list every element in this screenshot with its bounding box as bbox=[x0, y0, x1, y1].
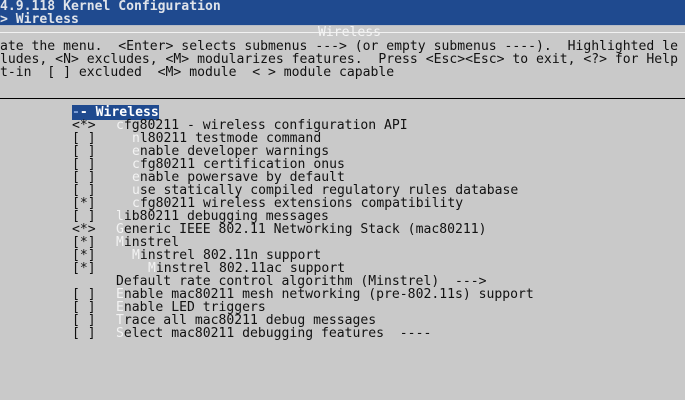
item-hotkey: c bbox=[116, 118, 124, 133]
item-label: Select mac80211 debugging features ---- bbox=[116, 326, 431, 341]
help-text-line: t-in [ ] excluded <M> module < > module … bbox=[0, 65, 395, 80]
item-hotkey: M bbox=[116, 235, 124, 250]
menu-item[interactable]: [ ] Select mac80211 debugging features --… bbox=[72, 327, 431, 340]
item-state-marker[interactable]: [*] bbox=[72, 262, 116, 275]
item-state-marker[interactable]: [ ] bbox=[72, 327, 116, 340]
item-hotkey: S bbox=[116, 326, 124, 341]
item-hotkey: M bbox=[132, 248, 140, 263]
dialog-title: Wireless bbox=[318, 25, 382, 40]
menu-border bbox=[0, 98, 685, 99]
window-title: 4.9.118 Kernel Configuration bbox=[0, 0, 685, 13]
item-text: elect mac80211 debugging features ---- bbox=[123, 326, 432, 341]
